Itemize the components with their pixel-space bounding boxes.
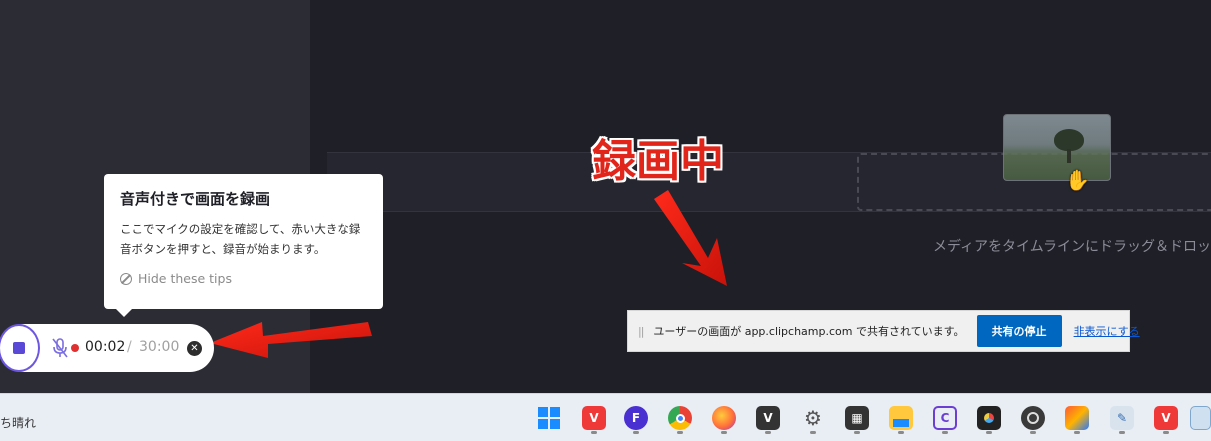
- windows-taskbar: ち晴れ V F V ⚙ ▦ C ✎ V: [0, 393, 1211, 441]
- vivaldi-snapshot-icon[interactable]: [1065, 406, 1089, 430]
- vivaldi-icon[interactable]: V: [582, 406, 606, 430]
- obs-icon[interactable]: [1021, 406, 1045, 430]
- notepad-icon[interactable]: ✎: [1110, 406, 1134, 430]
- taskbar-indicator: [591, 431, 597, 434]
- max-time: 30:00: [139, 339, 180, 355]
- recorder-control-pill: 00:02 / 30:00 ✕: [0, 324, 214, 372]
- settings-gear-icon[interactable]: ⚙: [801, 406, 825, 430]
- tip-title: 音声付きで画面を録画: [120, 190, 271, 208]
- taskbar-indicator: [1030, 431, 1036, 434]
- stop-sharing-button[interactable]: 共有の停止: [976, 315, 1062, 347]
- grab-hand-icon: ✋: [1065, 168, 1090, 192]
- thumbnail-tree-image: [1054, 129, 1084, 151]
- hide-share-bar-link[interactable]: 非表示にする: [1074, 323, 1140, 339]
- vivaldi-alt-icon[interactable]: V: [756, 406, 780, 430]
- screen-share-bar: || ユーザーの画面が app.clipchamp.com で共有されています。…: [627, 310, 1140, 352]
- clipchamp-c-icon[interactable]: C: [933, 406, 957, 430]
- taskbar-indicator: [677, 431, 683, 434]
- elapsed-time: 00:02: [85, 339, 126, 355]
- recording-annotation: 録画中: [592, 136, 724, 187]
- hide-tips-button[interactable]: Hide these tips: [120, 271, 367, 286]
- recording-tip-card: 音声付きで画面を録画 ここでマイクの設定を確認して、赤い大きな録音ボタンを押すと…: [104, 174, 383, 317]
- recording-indicator-dot: [71, 344, 79, 352]
- taskbar-indicator: [854, 431, 860, 434]
- firefox-icon[interactable]: [712, 406, 736, 430]
- taskbar-indicator: [721, 431, 727, 434]
- davinci-resolve-icon[interactable]: [977, 406, 1001, 430]
- close-recorder-icon[interactable]: ✕: [187, 341, 202, 356]
- mic-off-icon[interactable]: [50, 337, 70, 359]
- file-explorer-icon[interactable]: [889, 406, 913, 430]
- clipchamp-f-icon[interactable]: F: [624, 406, 648, 430]
- stop-square-icon: [13, 342, 25, 354]
- clipchamp-window-icon[interactable]: [1190, 406, 1211, 430]
- ban-icon: [120, 272, 132, 285]
- taskbar-indicator: [765, 431, 771, 434]
- windows-start-icon[interactable]: [537, 406, 561, 430]
- dragged-media-thumbnail[interactable]: [1003, 114, 1111, 181]
- drag-grip-icon[interactable]: ||: [638, 325, 645, 338]
- chrome-icon[interactable]: [668, 406, 692, 430]
- thumbnail-trunk-image: [1067, 149, 1071, 163]
- taskbar-indicator: [1163, 431, 1169, 434]
- drop-hint-text: メディアをタイムラインにドラッグ＆ドロップ: [933, 239, 1211, 255]
- stop-recording-button[interactable]: [0, 324, 40, 372]
- taskbar-indicator: [633, 431, 639, 434]
- taskbar-indicator: [986, 431, 992, 434]
- taskbar-indicator: [1074, 431, 1080, 434]
- taskbar-indicator: [1119, 431, 1125, 434]
- taskbar-indicator: [942, 431, 948, 434]
- taskbar-indicator: [810, 431, 816, 434]
- time-separator: /: [127, 339, 132, 355]
- taskbar-indicator: [898, 431, 904, 434]
- vivaldi-2-icon[interactable]: V: [1154, 406, 1178, 430]
- media-app-icon[interactable]: ▦: [845, 406, 869, 430]
- tip-body: ここでマイクの設定を確認して、赤い大きな録音ボタンを押すと、録音が始まります。: [120, 222, 361, 256]
- weather-text: ち晴れ: [0, 416, 37, 430]
- share-message: ユーザーの画面が app.clipchamp.com で共有されています。: [653, 325, 965, 338]
- hide-tips-label: Hide these tips: [138, 271, 232, 286]
